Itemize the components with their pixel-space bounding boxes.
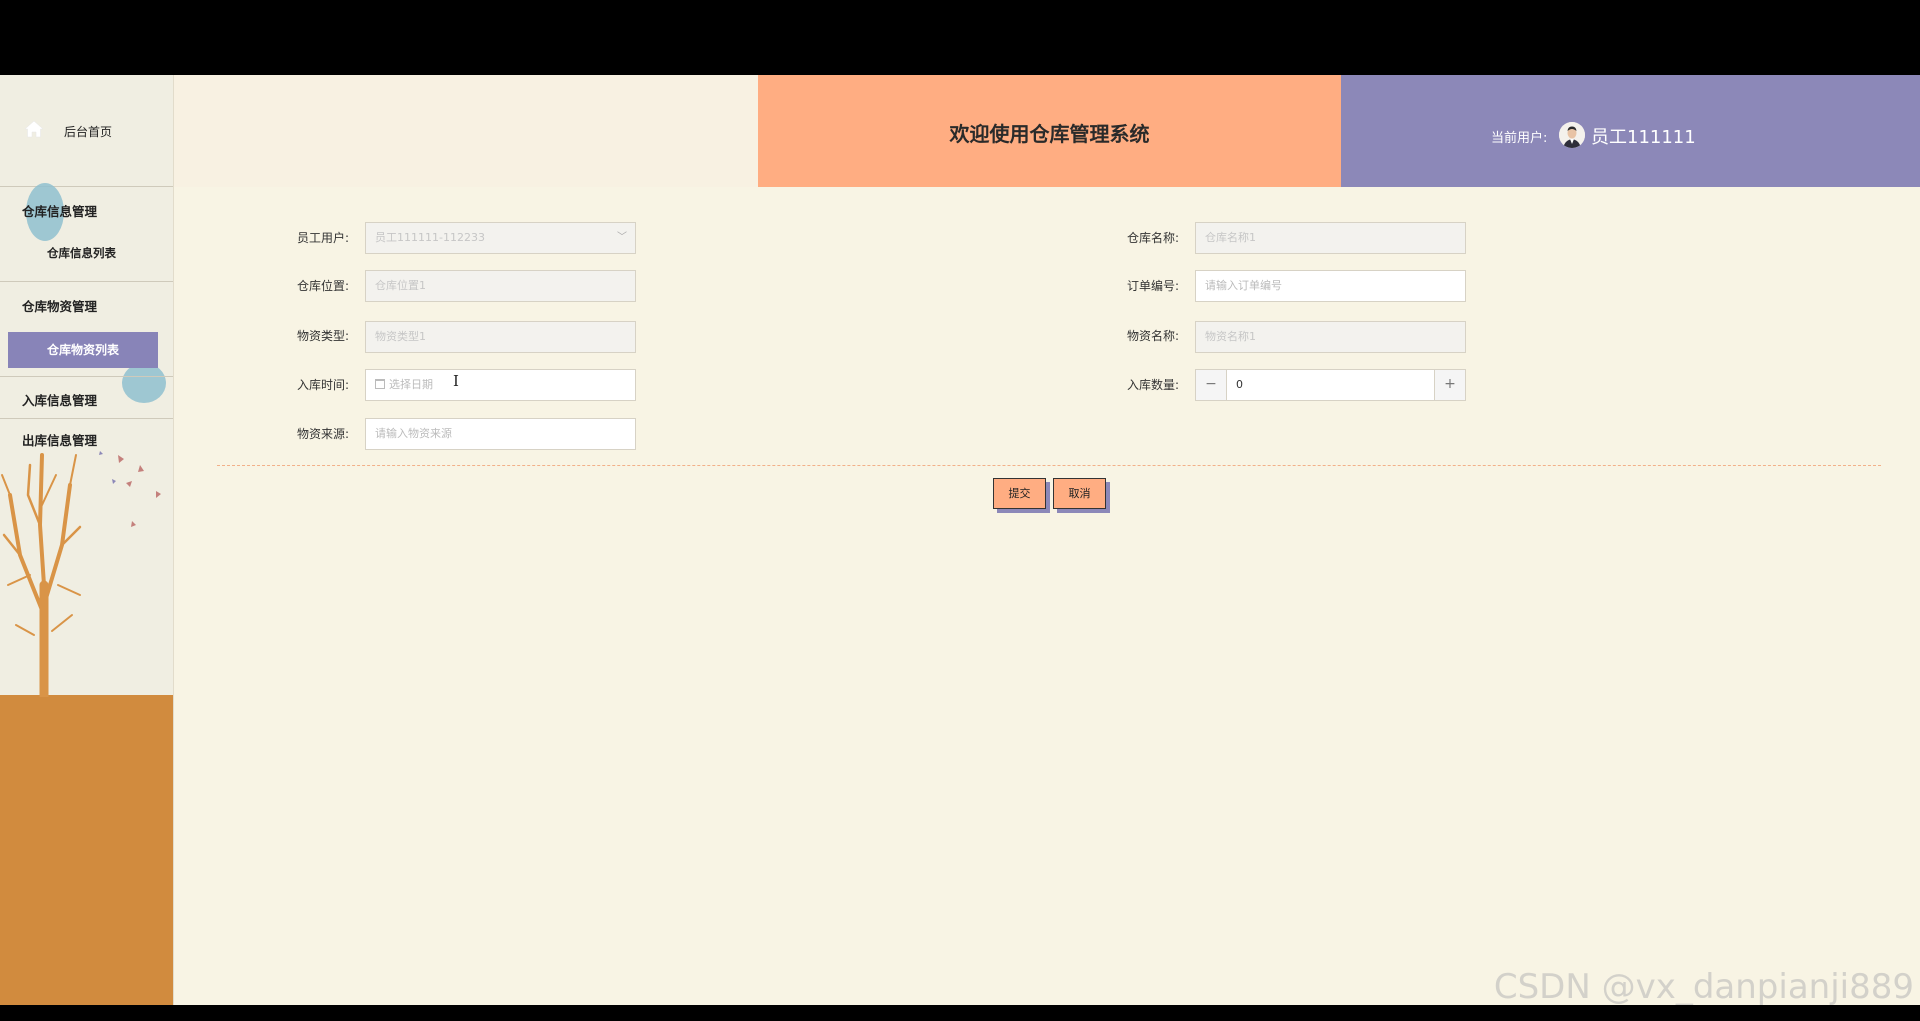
warehouse-name-label: 仓库名称: <box>1126 231 1179 245</box>
warehouse-location-field[interactable]: 仓库位置1 <box>365 270 636 302</box>
inbound-time-datepicker[interactable]: 选择日期 <box>365 369 636 401</box>
header-left-panel <box>174 75 758 187</box>
letterbox-bottom <box>0 1005 1920 1021</box>
decrement-button[interactable]: − <box>1196 370 1227 400</box>
sidebar-item-warehouse-list[interactable]: 仓库信息列表 <box>47 245 116 261</box>
submit-button[interactable]: 提交 <box>993 478 1046 509</box>
material-type-value: 物资类型1 <box>375 330 426 343</box>
material-name-value: 物资名称1 <box>1205 330 1256 343</box>
tree-illustration <box>1 451 161 697</box>
sidebar: 后台首页 仓库信息管理 仓库信息列表 仓库物资管理 仓库物资列表 入库信息管理 … <box>0 75 174 1005</box>
sidebar-group-inbound: 入库信息管理 <box>0 377 173 419</box>
header-title-panel: 欢迎使用仓库管理系统 <box>758 75 1341 187</box>
material-type-label: 物资类型: <box>296 329 349 343</box>
order-number-input[interactable]: 请输入订单编号 <box>1195 270 1466 302</box>
order-number-placeholder: 请输入订单编号 <box>1205 279 1282 292</box>
calendar-icon <box>375 379 385 389</box>
chevron-down-icon: ﹀ <box>617 232 627 243</box>
avatar-person-icon <box>1559 122 1585 148</box>
material-type-field[interactable]: 物资类型1 <box>365 321 636 353</box>
inbound-quantity-value[interactable]: 0 <box>1236 370 1243 400</box>
sidebar-group-warehouse-materials: 仓库物资管理 仓库物资列表 <box>0 282 173 377</box>
material-name-label: 物资名称: <box>1126 329 1179 343</box>
letterbox-top <box>0 0 1920 75</box>
avatar[interactable] <box>1559 122 1585 148</box>
text-cursor-icon: I <box>453 372 459 390</box>
inbound-quantity-label: 入库数量: <box>1126 378 1179 392</box>
inbound-quantity-stepper[interactable]: − 0 + <box>1195 369 1466 401</box>
sidebar-group-title[interactable]: 仓库物资管理 <box>22 296 97 315</box>
sidebar-group-title[interactable]: 入库信息管理 <box>22 390 97 409</box>
warehouse-location-label: 仓库位置: <box>296 279 349 293</box>
employee-user-label: 员工用户: <box>296 231 349 245</box>
warehouse-name-value: 仓库名称1 <box>1205 231 1256 244</box>
sidebar-ground-decoration <box>0 695 173 1005</box>
page-title: 欢迎使用仓库管理系统 <box>949 122 1150 146</box>
employee-user-value: 员工111111-112233 <box>375 231 485 244</box>
cancel-button[interactable]: 取消 <box>1053 478 1106 509</box>
sidebar-group-warehouse-info: 仓库信息管理 仓库信息列表 <box>0 187 173 282</box>
warehouse-name-field[interactable]: 仓库名称1 <box>1195 222 1466 254</box>
inbound-time-placeholder: 选择日期 <box>389 378 433 391</box>
increment-button[interactable]: + <box>1434 370 1465 400</box>
watermark: CSDN @vx_danpianji889 <box>1493 967 1914 1007</box>
material-source-input[interactable]: 请输入物资来源 <box>365 418 636 450</box>
app-window: 后台首页 仓库信息管理 仓库信息列表 仓库物资管理 仓库物资列表 入库信息管理 … <box>0 75 1920 1007</box>
employee-user-select[interactable]: 员工111111-112233 ﹀ <box>365 222 636 254</box>
order-number-label: 订单编号: <box>1126 279 1179 293</box>
home-label: 后台首页 <box>64 125 113 139</box>
form-divider <box>217 465 1881 466</box>
warehouse-location-value: 仓库位置1 <box>375 279 426 292</box>
inbound-time-label: 入库时间: <box>296 378 349 392</box>
sidebar-home-link[interactable]: 后台首页 <box>0 75 173 187</box>
sidebar-item-material-list[interactable]: 仓库物资列表 <box>8 332 158 368</box>
user-name: 员工111111 <box>1591 127 1696 148</box>
home-icon <box>24 120 44 138</box>
material-source-label: 物资来源: <box>296 427 349 441</box>
material-name-field[interactable]: 物资名称1 <box>1195 321 1466 353</box>
material-source-placeholder: 请输入物资来源 <box>375 427 452 440</box>
current-user-label: 当前用户: <box>1491 131 1548 146</box>
sidebar-group-title[interactable]: 仓库信息管理 <box>22 201 97 220</box>
header-user-panel: 当前用户: 员工111111 <box>1341 75 1920 187</box>
